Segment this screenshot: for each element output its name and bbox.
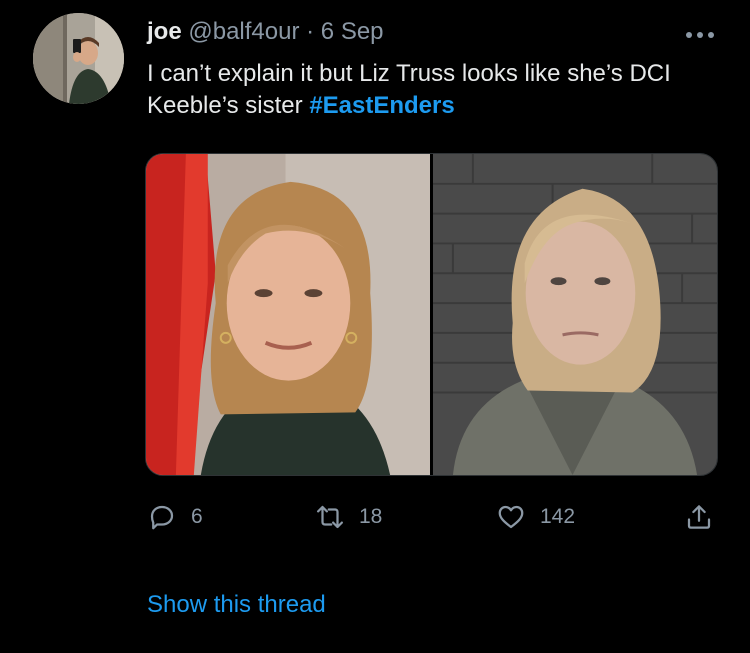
author-name[interactable]: joe	[147, 18, 182, 45]
hashtag-link[interactable]: #EastEnders	[309, 92, 454, 119]
like-button[interactable]: 142	[496, 502, 575, 532]
header-separator: ·	[306, 18, 315, 45]
share-icon	[687, 505, 711, 529]
heart-icon	[498, 505, 524, 529]
more-options-icon[interactable]	[686, 30, 722, 40]
show-thread-link[interactable]: Show this thread	[147, 589, 326, 621]
retweet-count: 18	[359, 505, 383, 528]
share-button[interactable]	[684, 502, 714, 532]
retweet-icon	[317, 505, 343, 529]
dot	[697, 32, 703, 38]
reply-button[interactable]: 6	[147, 502, 203, 532]
reply-icon	[150, 505, 174, 530]
tweet-actions: 6 18 142	[0, 502, 750, 538]
reply-count: 6	[191, 505, 203, 528]
like-count: 142	[540, 505, 576, 528]
portrait-photo-right	[432, 154, 717, 475]
avatar-image	[33, 13, 124, 104]
tweet-date[interactable]: 6 Sep	[321, 18, 384, 45]
author-handle[interactable]: @balf4our	[188, 18, 299, 45]
retweet-button[interactable]: 18	[315, 502, 382, 532]
tweet-media[interactable]	[145, 153, 718, 476]
media-photo-right[interactable]	[432, 154, 717, 475]
dot	[686, 32, 692, 38]
avatar[interactable]	[33, 13, 124, 104]
dot	[708, 32, 714, 38]
portrait-photo-left	[146, 154, 430, 475]
media-photo-left[interactable]	[146, 154, 430, 475]
tweet-text: I can’t explain it but Liz Truss looks l…	[147, 58, 727, 122]
tweet-header: joe @balf4our · 6 Sep	[147, 16, 384, 48]
